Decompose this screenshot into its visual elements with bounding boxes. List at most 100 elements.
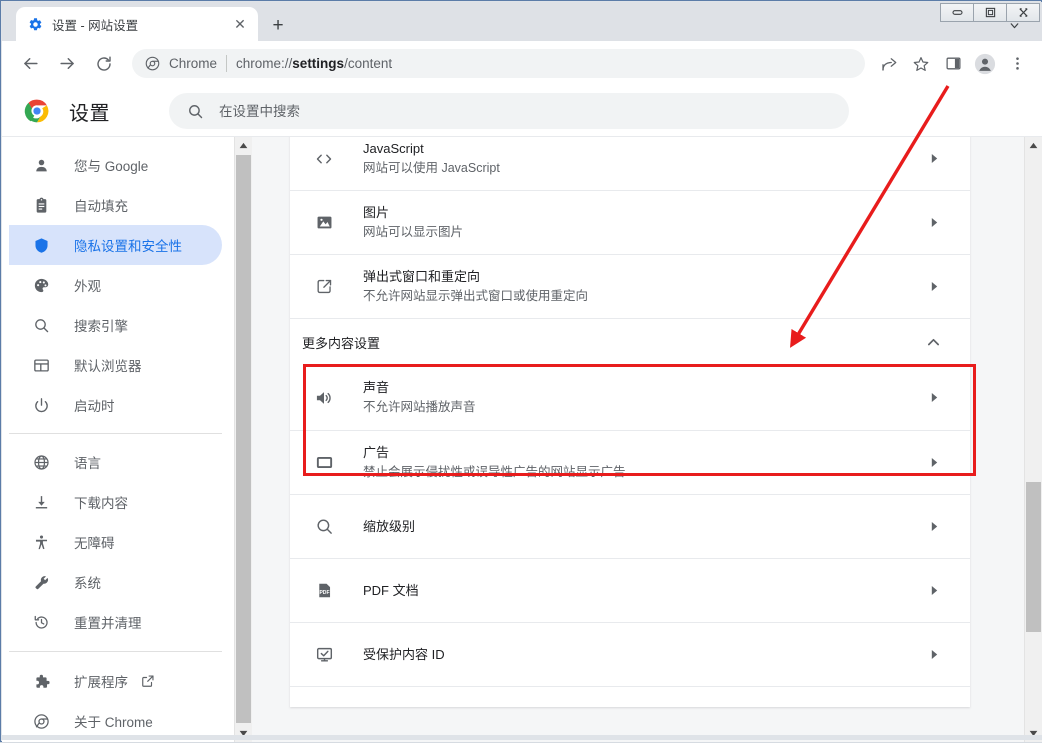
chevron-right-icon[interactable] (922, 275, 946, 299)
setting-row-protected-content-id[interactable]: 受保护内容 ID (290, 623, 970, 687)
image-icon (312, 211, 336, 235)
close-icon[interactable]: ✕ (229, 13, 251, 35)
page-scrollbar-thumb[interactable] (1026, 482, 1041, 632)
svg-text:PDF: PDF (319, 590, 329, 596)
back-button[interactable] (16, 50, 44, 78)
code-brackets-icon (312, 147, 336, 171)
sidebar-item-you-and-google[interactable]: 您与 Google (9, 145, 222, 185)
tab-strip: 设置 - 网站设置 ✕ + (2, 2, 1042, 41)
shield-icon (31, 235, 51, 255)
chevron-right-icon[interactable] (922, 451, 946, 475)
sidebar-item-label: 搜索引擎 (74, 319, 128, 334)
sidebar-item-search-engine[interactable]: 搜索引擎 (9, 305, 222, 345)
sidebar-item-appearance[interactable]: 外观 (9, 265, 222, 305)
content-settings-card: 已阻止无痕模式下的第三方 Cookie JavaScript 网站可以使用 Ja… (290, 137, 970, 707)
sidebar-item-autofill[interactable]: 自动填充 (9, 185, 222, 225)
browser-window-icon (31, 355, 51, 375)
setting-row-ads[interactable]: 广告 禁止会展示侵扰性或误导性广告的网站显示广告 (290, 431, 970, 495)
puzzle-icon (31, 671, 51, 691)
sidebar-item-label: 下载内容 (74, 496, 128, 511)
chevron-right-icon[interactable] (922, 147, 946, 171)
scroll-up-arrow-icon[interactable] (1025, 137, 1042, 154)
reload-button[interactable] (90, 50, 118, 78)
new-tab-button[interactable]: + (265, 12, 291, 38)
globe-icon (31, 452, 51, 472)
browser-toolbar: Chrome chrome://settings/content (2, 41, 1042, 87)
speaker-icon (312, 386, 336, 410)
sidebar-item-languages[interactable]: 语言 (9, 442, 222, 482)
sidebar-item-default-browser[interactable]: 默认浏览器 (9, 345, 222, 385)
setting-row-popups-redirects[interactable]: 弹出式窗口和重定向 不允许网站显示弹出式窗口或使用重定向 (290, 255, 970, 319)
profile-avatar-icon[interactable] (971, 50, 999, 78)
external-link-icon (312, 275, 336, 299)
window-bottom-strip (2, 735, 1042, 740)
person-icon (31, 155, 51, 175)
address-bar[interactable]: Chrome chrome://settings/content (132, 49, 865, 78)
row-text: PDF 文档 (363, 581, 922, 600)
page-title: 设置 (69, 102, 110, 125)
setting-row-javascript[interactable]: JavaScript 网站可以使用 JavaScript (290, 137, 970, 191)
close-button[interactable] (1007, 3, 1040, 22)
sidebar-item-label: 外观 (74, 279, 101, 294)
sidebar-item-system[interactable]: 系统 (9, 562, 222, 602)
setting-row-zoom-levels[interactable]: 缩放级别 (290, 495, 970, 559)
settings-header: 设置 (2, 86, 1042, 137)
more-content-settings-group-header[interactable]: 更多内容设置 (290, 319, 970, 365)
chevron-right-icon[interactable] (922, 515, 946, 539)
row-title: 图片 (363, 205, 390, 220)
bookmark-star-icon[interactable] (907, 50, 935, 78)
ad-rectangle-icon (312, 451, 336, 475)
sidebar-item-label: 自动填充 (74, 199, 128, 214)
sidebar-item-privacy-and-security[interactable]: 隐私设置和安全性 (9, 225, 222, 265)
side-panel-icon[interactable] (939, 50, 967, 78)
settings-search-box[interactable] (169, 93, 849, 129)
sidebar-item-label: 您与 Google (74, 159, 149, 174)
three-dot-menu-icon[interactable] (1003, 50, 1031, 78)
download-icon (31, 492, 51, 512)
sidebar-item-reset-and-cleanup[interactable]: 重置并清理 (9, 602, 222, 642)
omnibox-scheme-label: Chrome (169, 56, 218, 71)
sidebar-scrollbar[interactable] (234, 137, 252, 742)
search-input[interactable] (219, 103, 849, 119)
forward-button[interactable] (53, 50, 81, 78)
sidebar-item-downloads[interactable]: 下载内容 (9, 482, 222, 522)
sidebar-scrollbar-thumb[interactable] (236, 155, 251, 723)
sidebar-item-label: 关于 Chrome (74, 715, 153, 730)
chevron-right-icon[interactable] (922, 211, 946, 235)
omnibox-url-text: chrome://settings/content (236, 56, 392, 71)
row-title: 广告 (363, 445, 390, 460)
sidebar-item-accessibility[interactable]: 无障碍 (9, 522, 222, 562)
setting-row-pdf-documents[interactable]: PDF PDF 文档 (290, 559, 970, 623)
maximize-button[interactable] (974, 3, 1007, 22)
setting-row-partial-bottom[interactable] (290, 687, 970, 707)
browser-window: 设置 - 网站设置 ✕ + Chrome chrome://settings/c… (0, 0, 1042, 742)
row-text: 广告 禁止会展示侵扰性或误导性广告的网站显示广告 (363, 443, 922, 482)
chevron-right-icon[interactable] (922, 579, 946, 603)
minimize-button[interactable] (940, 3, 974, 22)
row-subtitle: 不允许网站显示弹出式窗口或使用重定向 (363, 289, 589, 303)
chrome-logo-icon (24, 98, 50, 124)
chevron-right-icon[interactable] (922, 386, 946, 410)
row-subtitle: 网站可以使用 JavaScript (363, 161, 500, 175)
chevron-up-icon[interactable] (922, 331, 944, 353)
settings-main-panel: 已阻止无痕模式下的第三方 Cookie JavaScript 网站可以使用 Ja… (252, 137, 1024, 742)
share-icon[interactable] (875, 50, 903, 78)
page-scrollbar[interactable] (1024, 137, 1042, 742)
sidebar-item-on-startup[interactable]: 启动时 (9, 385, 222, 425)
browser-tab[interactable]: 设置 - 网站设置 ✕ (16, 7, 258, 41)
sidebar-item-extensions[interactable]: 扩展程序 (9, 661, 222, 701)
chevron-right-icon[interactable] (922, 643, 946, 667)
magnifier-icon (312, 515, 336, 539)
row-title: 声音 (363, 380, 390, 395)
palette-icon (31, 275, 51, 295)
row-text: 图片 网站可以显示图片 (363, 203, 922, 242)
settings-content-area: 您与 Google 自动填充 隐私设置和安全性 外观 搜索引擎 默认浏览器 启动… (2, 137, 1042, 742)
setting-row-sound[interactable]: 声音 不允许网站播放声音 (290, 365, 970, 431)
setting-row-images[interactable]: 图片 网站可以显示图片 (290, 191, 970, 255)
row-text: JavaScript 网站可以使用 JavaScript (363, 139, 922, 178)
row-text: 弹出式窗口和重定向 不允许网站显示弹出式窗口或使用重定向 (363, 267, 922, 306)
sidebar-divider-2 (9, 651, 222, 652)
scroll-up-arrow-icon[interactable] (235, 137, 252, 154)
settings-sidebar: 您与 Google 自动填充 隐私设置和安全性 外观 搜索引擎 默认浏览器 启动… (9, 137, 235, 742)
row-text: 缩放级别 (363, 517, 922, 536)
